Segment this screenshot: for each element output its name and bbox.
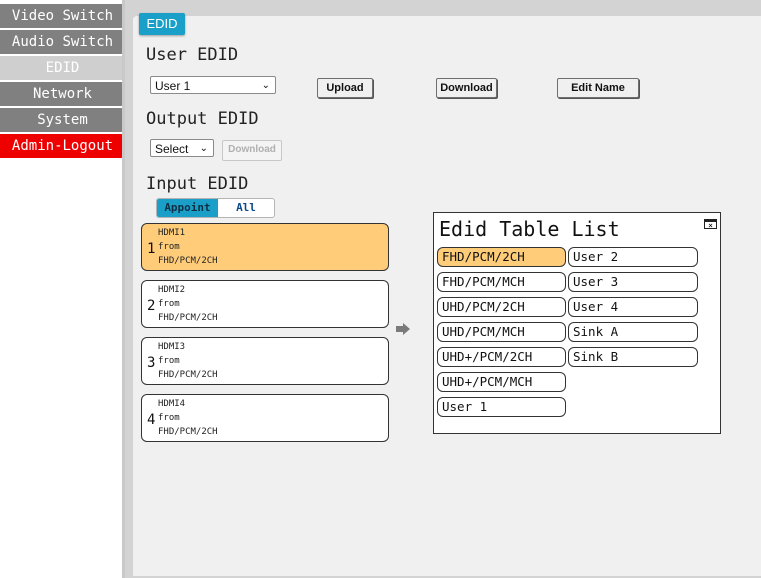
input-card-1[interactable]: 1 HDMI1 from FHD/PCM/2CH — [141, 223, 389, 271]
toggle-all[interactable]: All — [218, 199, 274, 217]
edid-table-title: Edid Table List — [439, 217, 620, 241]
nav-system[interactable]: System — [0, 108, 125, 132]
input-number: 3 — [147, 355, 156, 371]
input-card-2[interactable]: 2 HDMI2 from FHD/PCM/2CH — [141, 280, 389, 328]
edid-item[interactable]: User 3 — [568, 272, 698, 292]
input-name: HDMI2 — [158, 285, 186, 295]
input-edid-title: Input EDID — [146, 174, 249, 194]
input-from: from — [158, 356, 180, 366]
input-edid-value: FHD/PCM/2CH — [158, 427, 218, 437]
input-from: from — [158, 242, 180, 252]
input-edid-value: FHD/PCM/2CH — [158, 313, 218, 323]
chevron-down-icon: ⌄ — [261, 80, 270, 91]
edid-item[interactable]: Sink A — [568, 322, 698, 342]
chevron-down-icon: ⌄ — [199, 143, 208, 154]
input-number: 2 — [147, 298, 156, 314]
close-icon[interactable]: × — [704, 219, 717, 230]
nav-edid[interactable]: EDID — [0, 56, 125, 80]
edid-item[interactable]: FHD/PCM/MCH — [437, 272, 566, 292]
input-number: 4 — [147, 412, 156, 428]
download-button[interactable]: Download — [436, 78, 497, 98]
user-edid-title: User EDID — [146, 45, 239, 65]
user-edid-select-value: User 1 — [155, 79, 191, 93]
input-name: HDMI3 — [158, 342, 186, 352]
output-edid-title: Output EDID — [146, 109, 259, 129]
input-from: from — [158, 413, 180, 423]
edid-item[interactable]: FHD/PCM/2CH — [437, 247, 566, 267]
output-edid-select-value: Select — [155, 142, 189, 156]
edid-item[interactable]: User 4 — [568, 297, 698, 317]
user-edid-select[interactable]: User 1 ⌄ — [150, 76, 276, 94]
input-card-4[interactable]: 4 HDMI4 from FHD/PCM/2CH — [141, 394, 389, 442]
appoint-all-toggle: Appoint All — [156, 198, 275, 218]
edid-item[interactable]: UHD/PCM/MCH — [437, 322, 566, 342]
input-name: HDMI4 — [158, 399, 186, 409]
nav-audio-switch[interactable]: Audio Switch — [0, 30, 125, 54]
toggle-appoint[interactable]: Appoint — [157, 199, 218, 217]
nav-admin-logout[interactable]: Admin-Logout — [0, 134, 125, 158]
input-edid-value: FHD/PCM/2CH — [158, 256, 218, 266]
edid-item[interactable]: UHD/PCM/2CH — [437, 297, 566, 317]
input-from: from — [158, 299, 180, 309]
input-number: 1 — [147, 241, 156, 257]
edid-item[interactable]: UHD+/PCM/2CH — [437, 347, 566, 367]
nav-network[interactable]: Network — [0, 82, 125, 106]
edid-item[interactable]: Sink B — [568, 347, 698, 367]
nav-video-switch[interactable]: Video Switch — [0, 4, 125, 28]
edid-item[interactable]: UHD+/PCM/MCH — [437, 372, 566, 392]
edid-item[interactable]: User 2 — [568, 247, 698, 267]
input-edid-value: FHD/PCM/2CH — [158, 370, 218, 380]
tab-edid[interactable]: EDID — [139, 13, 185, 35]
edit-name-button[interactable]: Edit Name — [557, 78, 639, 98]
input-card-3[interactable]: 3 HDMI3 from FHD/PCM/2CH — [141, 337, 389, 385]
output-edid-select[interactable]: Select ⌄ — [150, 139, 214, 157]
edid-item[interactable]: User 1 — [437, 397, 566, 417]
upload-button[interactable]: Upload — [317, 78, 373, 98]
output-download-button[interactable]: Download — [222, 140, 282, 161]
input-name: HDMI1 — [158, 228, 186, 238]
arrow-right-icon — [396, 323, 410, 335]
